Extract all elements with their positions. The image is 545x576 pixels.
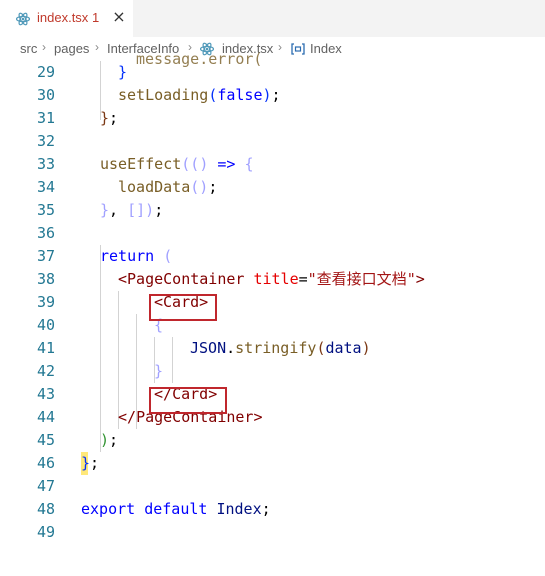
code-line: 45 );: [0, 429, 545, 452]
line-number: 45: [36, 431, 55, 449]
code-line: 42 }: [0, 360, 545, 383]
line-number: 30: [36, 86, 55, 104]
code-line: 29 }: [0, 61, 545, 84]
code-editor: index.tsx 1 × src › pages › InterfaceInf…: [0, 0, 545, 576]
code-line: 43 </Card>: [0, 383, 545, 406]
code-line: 35 }, []);: [0, 199, 545, 222]
tab-problem-count: 1: [92, 10, 100, 25]
line-number: 42: [36, 362, 55, 380]
code-line: 47: [0, 475, 545, 498]
line-number: 44: [36, 408, 55, 426]
code-line: 33 useEffect(() => {: [0, 153, 545, 176]
code-line: 32: [0, 130, 545, 153]
card-open-highlight-box: [149, 294, 217, 321]
line-number: 48: [36, 500, 55, 518]
tab-index-tsx[interactable]: index.tsx 1 ×: [0, 0, 133, 37]
code-line: 34 loadData();: [0, 176, 545, 199]
line-number: 37: [36, 247, 55, 265]
line-number: 34: [36, 178, 55, 196]
line-number: 35: [36, 201, 55, 219]
line-number: 29: [36, 63, 55, 81]
code-line: 44 </PageContainer>: [0, 406, 545, 429]
code-line: 48 export default Index;: [0, 498, 545, 521]
code-line: 38 <PageContainer title="查看接口文档">: [0, 268, 545, 291]
line-number: 36: [36, 224, 55, 242]
line-number: 38: [36, 270, 55, 288]
line-number: 33: [36, 155, 55, 173]
code-line: 40 {: [0, 314, 545, 337]
code-line: 31 };: [0, 107, 545, 130]
line-number: 31: [36, 109, 55, 127]
code-area[interactable]: message.error( 29 } 30 setLoading(false)…: [0, 50, 545, 576]
code-line: 30 setLoading(false);: [0, 84, 545, 107]
card-close-highlight-box: [149, 387, 227, 414]
tab-bar: index.tsx 1 ×: [0, 0, 545, 37]
line-number: 32: [36, 132, 55, 150]
close-icon[interactable]: ×: [110, 7, 128, 27]
react-icon: [16, 12, 30, 26]
code-line: 49: [0, 521, 545, 544]
code-line: 39 <Card>: [0, 291, 545, 314]
code-line: 37 return (: [0, 245, 545, 268]
line-number: 41: [36, 339, 55, 357]
code-line: 36: [0, 222, 545, 245]
line-number: 49: [36, 523, 55, 541]
tab-filename: index.tsx: [37, 10, 89, 25]
line-number: 40: [36, 316, 55, 334]
line-number: 39: [36, 293, 55, 311]
line-number: 47: [36, 477, 55, 495]
line-number: 43: [36, 385, 55, 403]
code-line: 41 JSON.stringify(data): [0, 337, 545, 360]
line-number: 46: [36, 454, 55, 472]
code-line: 46 };: [0, 452, 545, 475]
